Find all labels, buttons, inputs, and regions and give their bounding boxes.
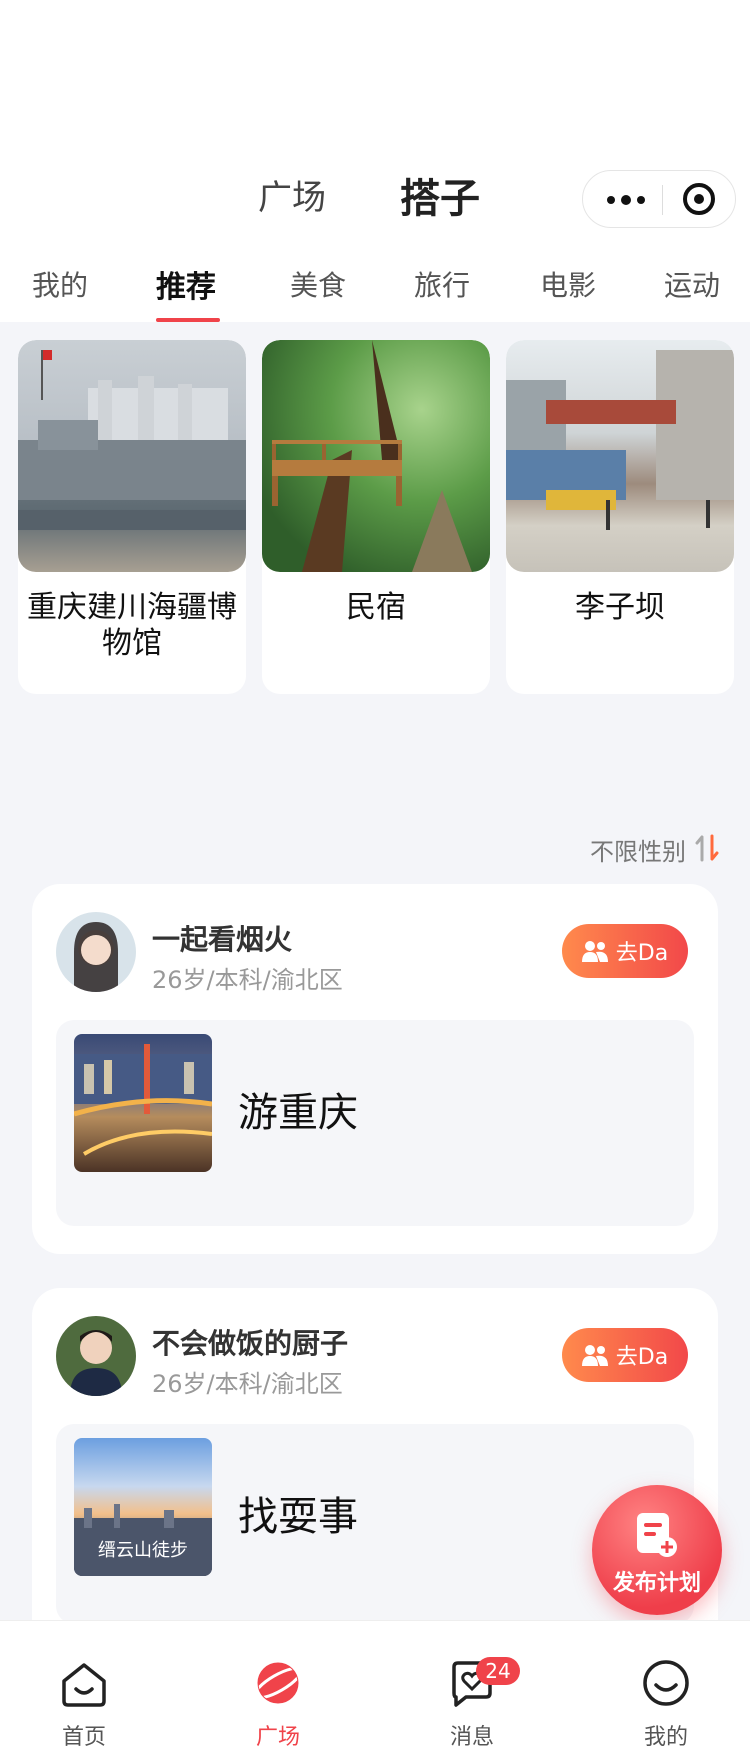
place-card[interactable]: 民宿 — [262, 340, 490, 694]
group-icon — [581, 941, 608, 962]
home-icon — [62, 1663, 106, 1707]
activity-title: 找耍事 — [238, 1494, 358, 1540]
activity-box[interactable]: 游重庆 — [56, 1020, 694, 1226]
ship-photo — [18, 350, 246, 530]
user-name: 不会做饭的厨子 — [152, 1327, 349, 1360]
place-name: 重庆建川海疆博物馆 — [27, 590, 237, 661]
subtab-mine[interactable]: 我的 — [32, 264, 88, 304]
subtab-sport[interactable]: 运动 — [664, 264, 720, 304]
publish-plan-button[interactable]: 发布计划 — [592, 1485, 722, 1615]
go-join-label: 去Da — [615, 1345, 669, 1370]
go-join-button[interactable]: 去Da — [562, 1328, 688, 1382]
treehouse-photo — [272, 340, 472, 572]
go-join-button[interactable]: 去Da — [562, 924, 688, 978]
activity-thumbnail — [74, 1034, 212, 1172]
nav-mine-label: 我的 — [643, 1725, 688, 1750]
tab-partner[interactable]: 搭子 — [400, 166, 480, 224]
place-image — [18, 340, 246, 572]
activity-title: 游重庆 — [238, 1090, 358, 1136]
publish-plan-label: 发布计划 — [612, 1571, 701, 1596]
place-image — [506, 340, 734, 572]
tab-square[interactable]: 广场 — [258, 170, 326, 219]
top-area — [0, 0, 750, 322]
avatar[interactable] — [56, 912, 136, 992]
subtab-travel[interactable]: 旅行 — [414, 264, 470, 304]
post-card[interactable]: 一起看烟火 26岁/本科/渝北区 去Da 游重庆 — [32, 884, 718, 1254]
gender-filter[interactable]: 不限性别 — [590, 832, 686, 867]
place-name: 李子坝 — [575, 590, 665, 625]
place-name: 民宿 — [346, 590, 406, 625]
subtab-food[interactable]: 美食 — [290, 264, 346, 304]
active-tab-underline — [156, 318, 220, 322]
message-badge: 24 — [476, 1657, 520, 1685]
subtab-movie[interactable]: 电影 — [540, 264, 596, 304]
nav-message-label: 消息 — [449, 1725, 494, 1750]
bottom-nav: 首页 广场 24 消息 我的 — [0, 1620, 750, 1759]
place-card[interactable]: 重庆建川海疆博物馆 — [18, 340, 246, 694]
place-image — [262, 340, 490, 572]
group-icon — [581, 1345, 608, 1366]
user-meta: 26岁/本科/渝北区 — [152, 966, 343, 994]
target-icon[interactable] — [683, 183, 715, 215]
sort-icon[interactable] — [694, 834, 720, 862]
capsule-divider — [662, 185, 663, 215]
activity-thumbnail: 缙云山徒步 — [74, 1438, 212, 1576]
plan-add-icon — [637, 1513, 677, 1557]
profile-smile-icon — [643, 1660, 689, 1706]
go-join-label: 去Da — [615, 941, 669, 966]
place-card[interactable]: 李子坝 — [506, 340, 734, 694]
avatar[interactable] — [56, 1316, 136, 1396]
user-meta: 26岁/本科/渝北区 — [152, 1370, 343, 1398]
mini-program-capsule — [582, 170, 736, 228]
more-dots-icon[interactable] — [607, 195, 645, 205]
subtab-recommend[interactable]: 推荐 — [156, 262, 216, 306]
thumbnail-caption: 缙云山徒步 — [98, 1540, 188, 1561]
user-name: 一起看烟火 — [152, 923, 293, 956]
street-photo — [506, 350, 734, 530]
planet-icon — [253, 1662, 303, 1704]
nav-square-label: 广场 — [255, 1725, 300, 1750]
nav-home-label: 首页 — [61, 1725, 106, 1750]
